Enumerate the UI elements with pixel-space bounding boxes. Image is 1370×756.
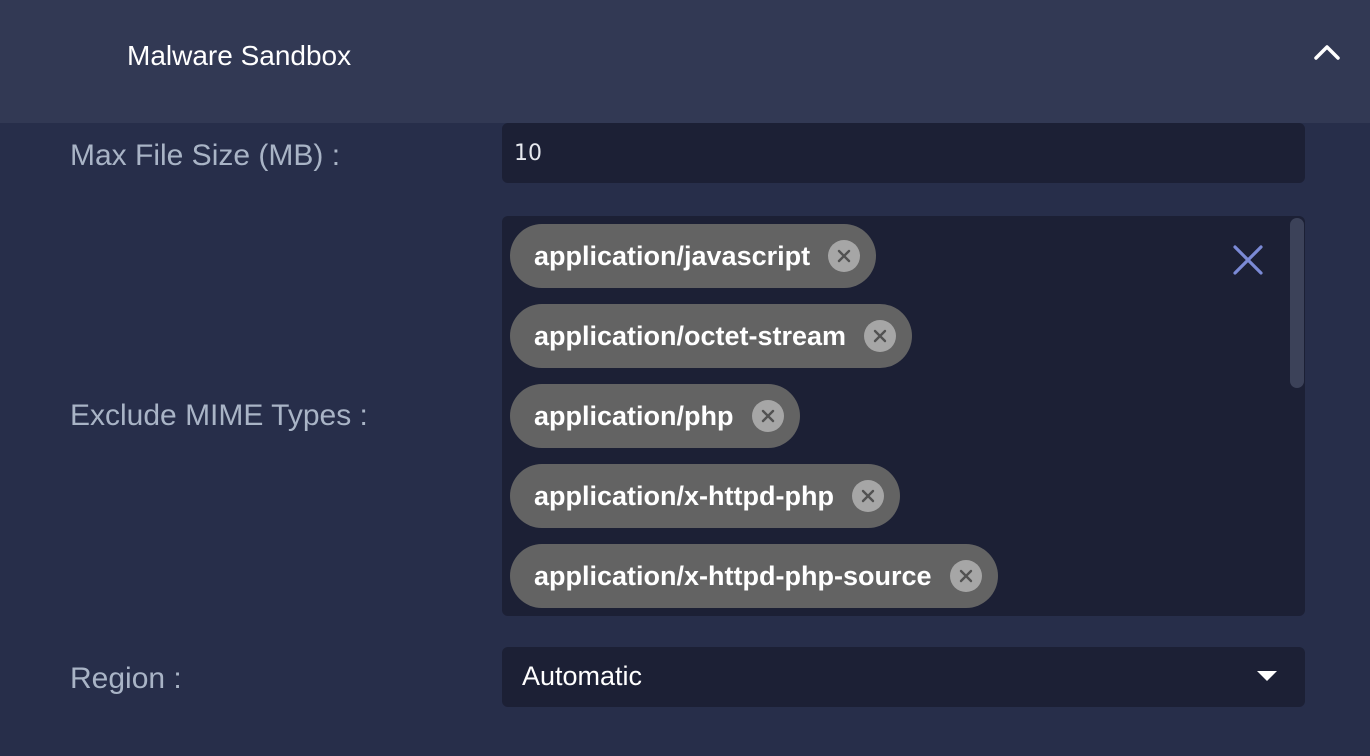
- collapse-button[interactable]: [1304, 34, 1350, 74]
- mime-chip: application/javascript: [510, 224, 877, 288]
- exclude-mime-label: Exclude MIME Types :: [70, 399, 368, 432]
- caret-down-icon: [1257, 671, 1277, 681]
- mime-chip-label: application/x-httpd-php: [534, 480, 834, 511]
- remove-chip-icon[interactable]: [751, 400, 784, 432]
- scrollbar[interactable]: [1288, 216, 1305, 616]
- section-title: Malware Sandbox: [127, 40, 352, 71]
- remove-chip-icon[interactable]: [864, 320, 897, 352]
- chevron-up-icon: [1314, 45, 1340, 60]
- remove-chip-icon[interactable]: [949, 560, 982, 592]
- mime-chip-label: application/octet-stream: [534, 320, 847, 351]
- mime-chip: application/octet-stream: [510, 304, 913, 368]
- max-file-size-label: Max File Size (MB) :: [70, 139, 341, 172]
- mime-chip-label: application/javascript: [534, 240, 811, 271]
- section-header: Malware Sandbox: [0, 0, 1370, 123]
- region-label: Region :: [70, 662, 182, 695]
- close-icon: [1233, 245, 1263, 275]
- max-file-size-input[interactable]: [502, 123, 1305, 183]
- region-select[interactable]: Automatic: [502, 647, 1305, 707]
- mime-chip-label: application/x-httpd-php-source: [534, 560, 932, 591]
- mime-chip: application/php: [510, 384, 800, 448]
- scrollbar-thumb[interactable]: [1290, 218, 1304, 388]
- remove-chip-icon[interactable]: [828, 240, 861, 272]
- mime-chip: application/x-httpd-php: [510, 464, 900, 528]
- max-file-size-field: [502, 123, 1305, 183]
- region-selected-value: Automatic: [522, 661, 643, 691]
- mime-chip-label: application/php: [534, 400, 734, 431]
- remove-chip-icon[interactable]: [851, 480, 884, 512]
- clear-all-button[interactable]: [1230, 242, 1266, 278]
- mime-types-multiselect[interactable]: application/javascript application/octet…: [502, 216, 1305, 616]
- mime-chip: application/x-httpd-php-source: [510, 544, 998, 608]
